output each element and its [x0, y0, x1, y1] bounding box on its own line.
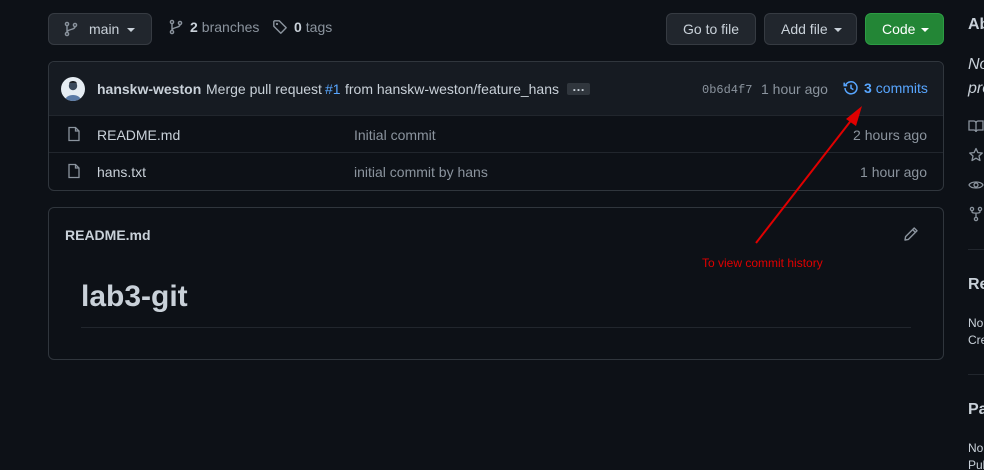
eye-icon: [968, 177, 984, 196]
about-description-line2: pro: [968, 80, 984, 97]
book-icon: [968, 118, 984, 137]
about-description: No: [968, 56, 984, 73]
annotation-text: To view commit history: [702, 256, 823, 270]
fork-icon: [968, 206, 984, 225]
sidebar-divider: [968, 374, 984, 375]
star-icon: [968, 147, 984, 166]
publish-package-link[interactable]: Pul: [968, 458, 984, 470]
about-heading: Ab: [968, 16, 984, 33]
packages-heading[interactable]: Pa: [968, 401, 984, 419]
sidebar-divider: [968, 249, 984, 250]
releases-heading[interactable]: Re: [968, 276, 984, 294]
packages-empty-text: No: [968, 441, 984, 455]
annotation-arrow: [755, 106, 862, 244]
releases-empty-text: No: [968, 316, 984, 330]
create-release-link[interactable]: Cre: [968, 333, 984, 347]
